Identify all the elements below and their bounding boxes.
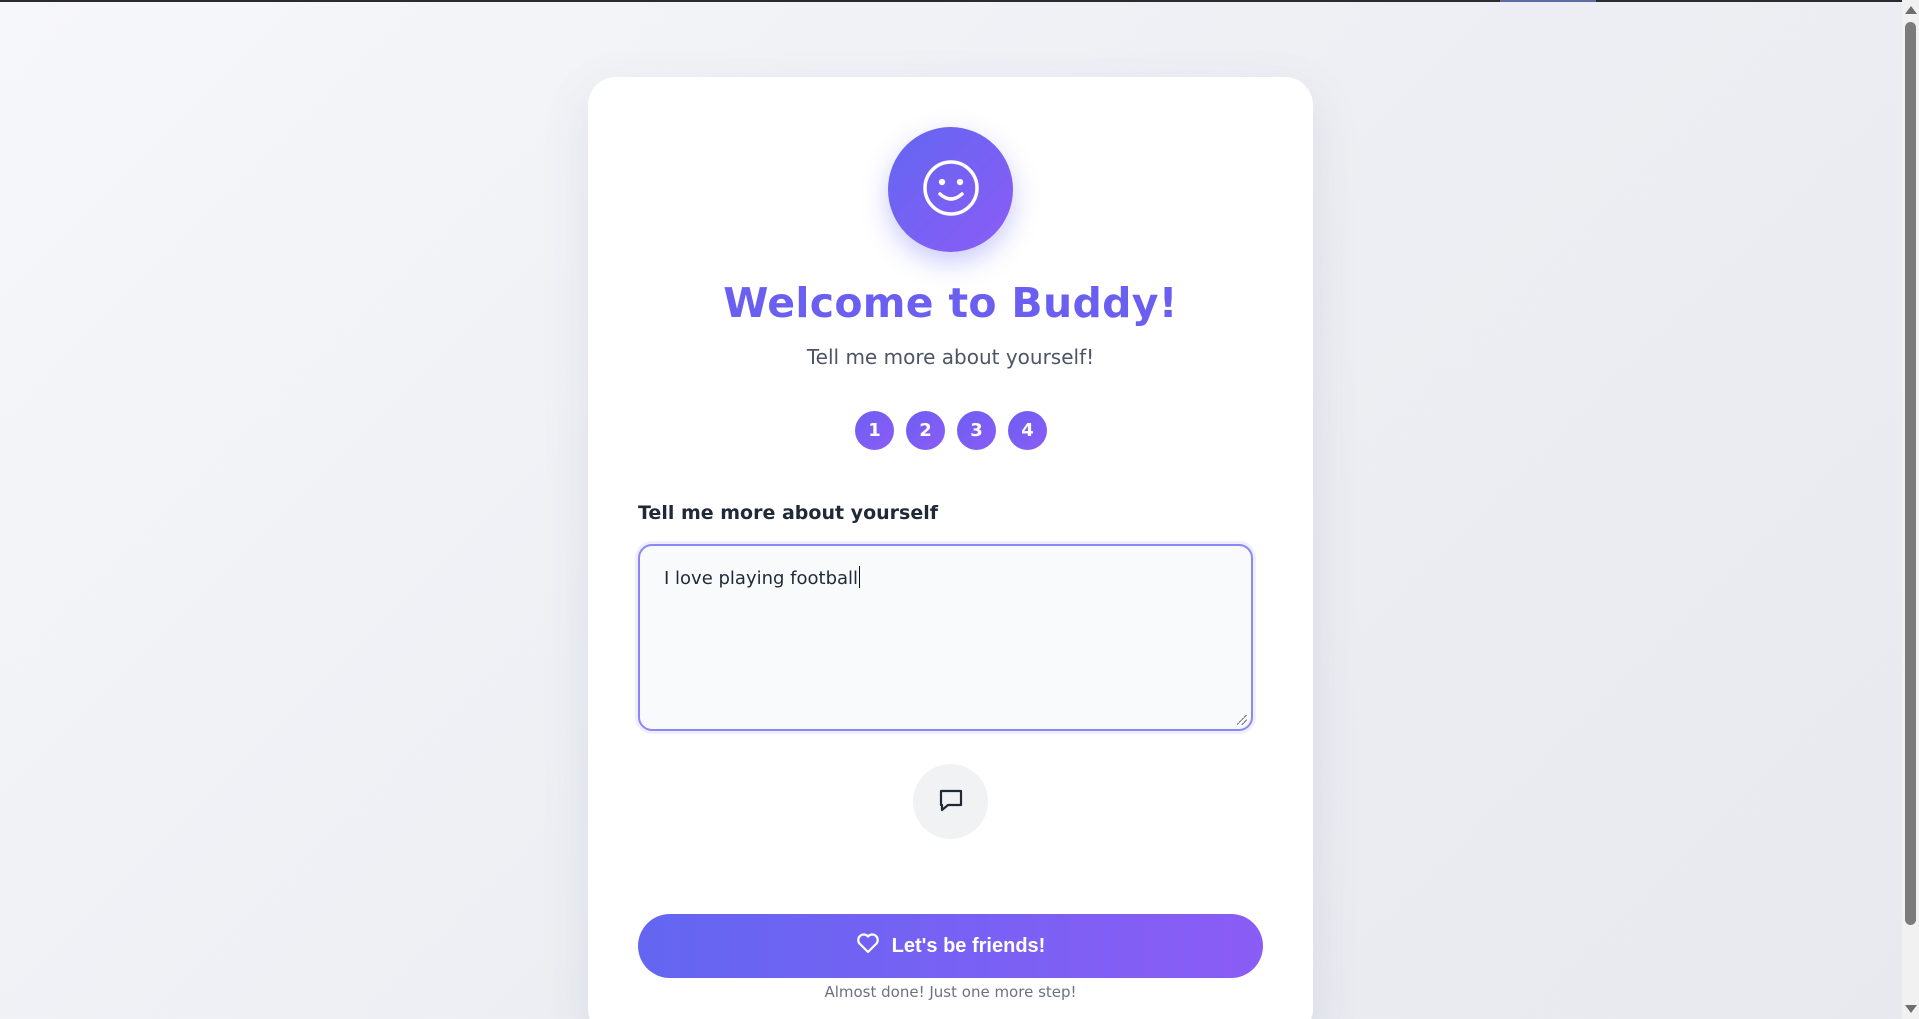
scroll-thumb[interactable] [1905, 22, 1916, 925]
step-4: 4 [1008, 411, 1047, 450]
page-title: Welcome to Buddy! [723, 279, 1178, 327]
heart-icon [856, 932, 880, 960]
scroll-down-icon[interactable] [1905, 1005, 1917, 1013]
step-1: 1 [855, 411, 894, 450]
lets-be-friends-button[interactable]: Let's be friends! [638, 914, 1263, 978]
resize-handle[interactable] [1237, 715, 1247, 725]
window-top-accent [1500, 0, 1596, 2]
text-caret [859, 566, 861, 588]
page-subtitle: Tell me more about yourself! [806, 345, 1095, 369]
about-field-label: Tell me more about yourself [638, 502, 938, 524]
window-top-border [0, 0, 1902, 2]
step-2: 2 [906, 411, 945, 450]
lets-be-friends-label: Let's be friends! [891, 934, 1046, 957]
onboarding-card: Welcome to Buddy! Tell me more about you… [588, 77, 1313, 1019]
smiley-face-icon [921, 158, 981, 222]
about-textarea[interactable]: I love playing football [638, 544, 1253, 731]
scroll-up-icon[interactable] [1905, 6, 1917, 14]
vertical-scrollbar[interactable] [1902, 0, 1919, 1019]
step-indicator: 1 2 3 4 [855, 411, 1047, 450]
chat-button[interactable] [913, 764, 988, 839]
step-3: 3 [957, 411, 996, 450]
speech-bubble-icon [937, 786, 965, 818]
about-textarea-value: I love playing football [664, 568, 859, 589]
avatar [888, 127, 1013, 252]
progress-hint: Almost done! Just one more step! [824, 983, 1077, 1001]
